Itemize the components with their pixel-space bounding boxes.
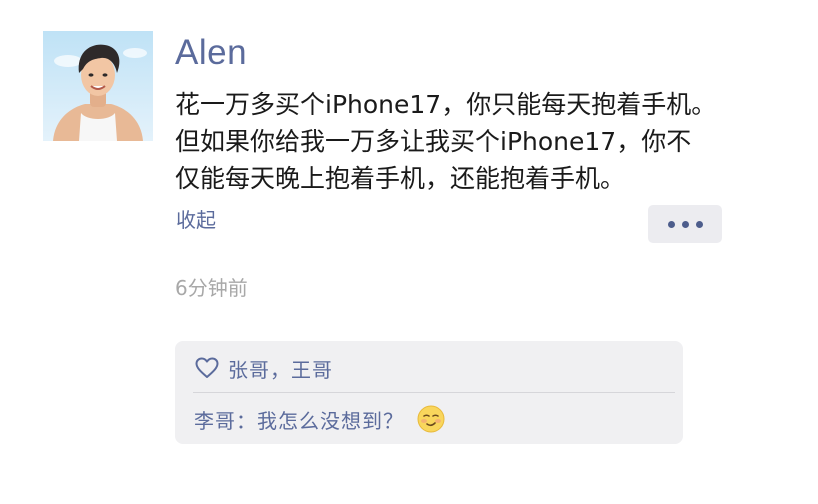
divider [193,392,675,393]
smirk-emoji-icon [417,405,445,433]
post-line: 花一万多买个iPhone17，你只能每天抱着手机。 [175,90,717,119]
ellipsis-icon [695,220,703,228]
more-options-button[interactable] [648,205,722,243]
likes-names[interactable]: 张哥，王哥 [228,354,333,383]
heart-outline-icon [195,357,219,378]
comment-text: 我怎么没想到？ [257,408,404,433]
post-line: 仅能每天晚上抱着手机，还能抱着手机。 [175,164,626,193]
username[interactable]: Alen [175,30,247,76]
collapse-link[interactable]: 收起 [176,205,216,235]
post-content: 花一万多买个iPhone17，你只能每天抱着手机。 但如果你给我一万多让我买个i… [175,86,795,197]
likes-comments-panel: 张哥，王哥 李哥： 我怎么没想到？ [175,341,683,444]
avatar[interactable] [43,31,153,141]
comment-item[interactable]: 李哥： 我怎么没想到？ [194,403,446,435]
ellipsis-icon [681,220,689,228]
post-timestamp: 6分钟前 [175,276,248,300]
post-line: 但如果你给我一万多让我买个iPhone17，你不 [175,127,692,156]
comment-author[interactable]: 李哥： [194,405,257,434]
likes-row: 张哥，王哥 [195,353,333,383]
ellipsis-icon [667,220,675,228]
avatar-illustration [43,31,153,141]
